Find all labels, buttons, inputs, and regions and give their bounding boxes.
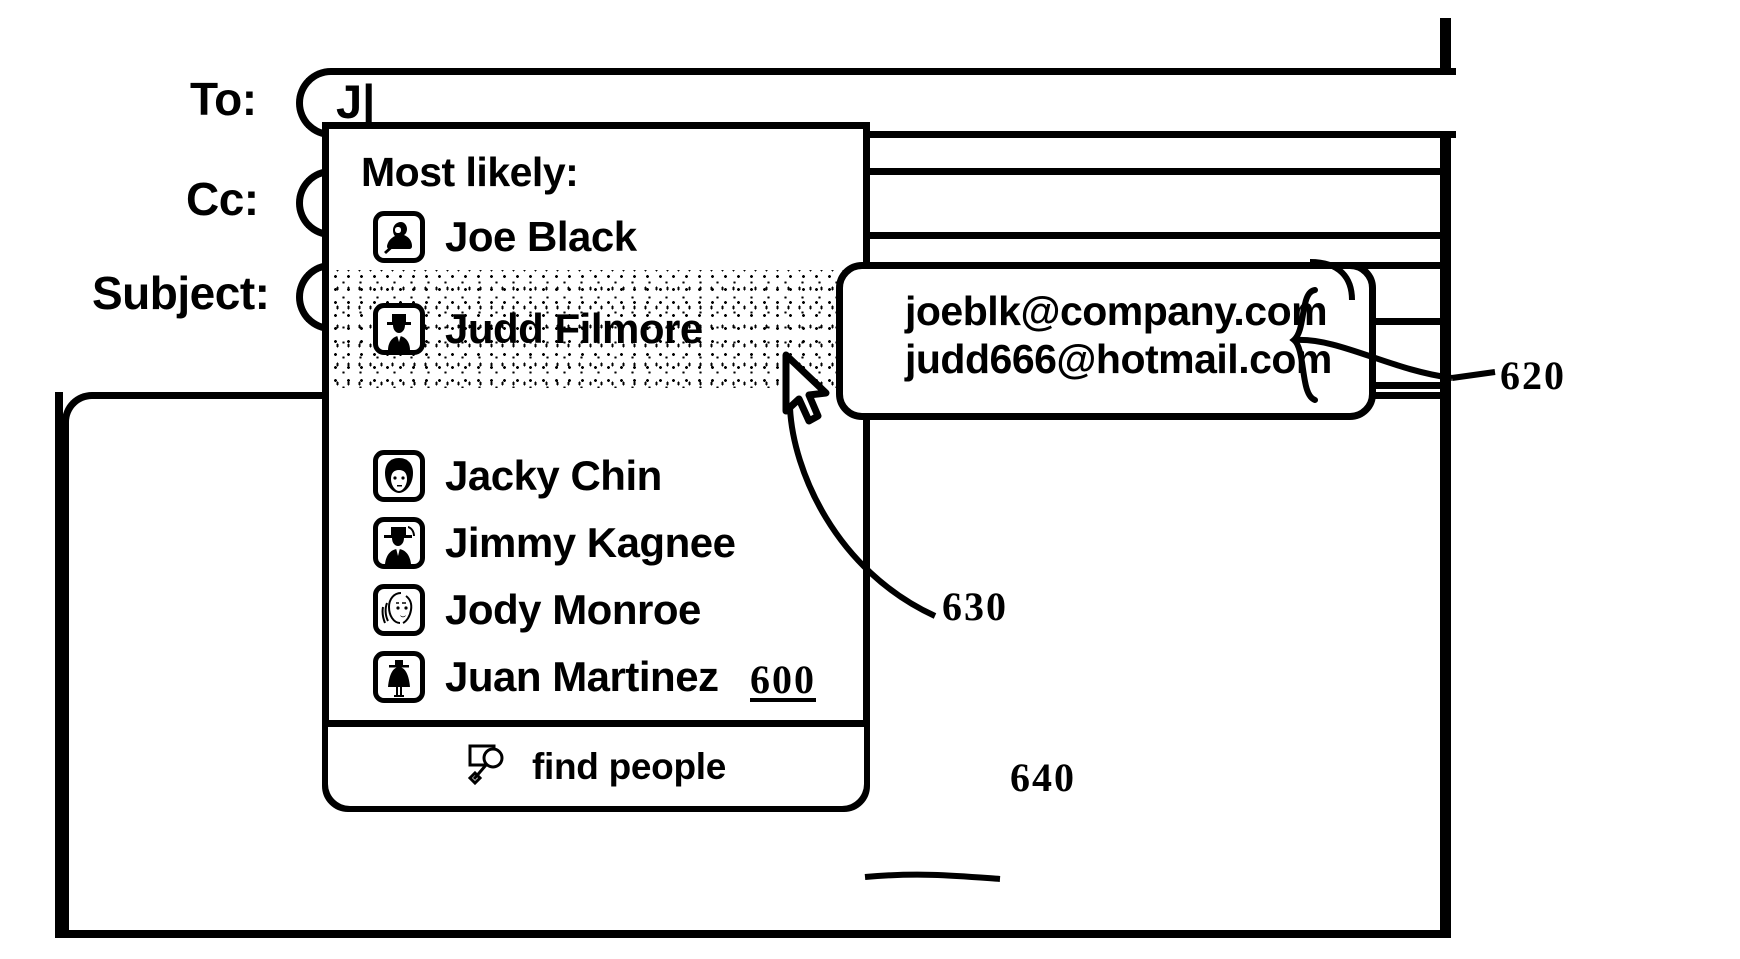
to-input-text: J (336, 75, 363, 128)
list-item-label: Jimmy Kagnee (445, 518, 736, 566)
person-hat-suit-icon (373, 303, 425, 355)
reference-numeral-630: 630 (942, 584, 1008, 629)
list-item-selected[interactable]: Judd Filmore (329, 270, 863, 388)
person-bobhair-icon (373, 449, 425, 502)
body-left-border (55, 392, 63, 938)
list-item-label: Jody Monroe (445, 585, 701, 633)
find-people-row[interactable]: find people (328, 720, 864, 806)
list-item-label: Joe Black (445, 212, 637, 260)
person-fedora-icon (373, 516, 425, 569)
find-people-label: find people (531, 745, 727, 787)
subject-label: Subject: (92, 267, 270, 319)
list-item-label: Juan Martinez (445, 652, 719, 700)
person-hood-icon (373, 210, 425, 263)
tooltip-email-primary: joeblk@company.com (905, 288, 1328, 334)
window-bottom-border (55, 930, 1450, 938)
email-address-tooltip: joeblk@company.com judd666@hotmail.com (836, 262, 1376, 420)
suggestion-list: Joe Black Judd Filmore Jacky Chin Jimmy … (329, 203, 863, 710)
find-people-magnifier-icon (466, 742, 514, 791)
list-item-label: Jacky Chin (445, 451, 662, 499)
cc-label: Cc: (186, 173, 259, 225)
dropdown-header: Most likely: (361, 149, 579, 195)
person-poncho-icon (373, 650, 425, 703)
reference-numeral-640: 640 (1010, 755, 1076, 800)
cc-field-bottom-line (862, 232, 1447, 239)
tooltip-email-secondary: judd666@hotmail.com (905, 336, 1332, 383)
text-caret-icon: | (362, 75, 376, 128)
reference-numeral-600: 600 (750, 657, 816, 702)
reference-numeral-620: 620 (1500, 353, 1566, 398)
to-input-value: J| (336, 74, 375, 129)
list-item[interactable]: Jody Monroe (329, 576, 863, 643)
list-item[interactable]: Jimmy Kagnee (329, 509, 863, 576)
list-item[interactable]: Jacky Chin (329, 442, 863, 509)
list-item[interactable]: Joe Black (329, 203, 863, 270)
leader-line-620 (1451, 369, 1496, 381)
to-label: To: (190, 73, 257, 125)
autocomplete-dropdown[interactable]: Most likely: Joe Black Judd Filmore Jack… (322, 122, 870, 812)
subject-field-mid-line (1368, 318, 1448, 325)
cc-field-top-line (862, 168, 1447, 175)
subject-field-bottom-line (1368, 382, 1448, 389)
patent-figure: To: Cc: Subject: J| Most likely: Joe Bla… (0, 0, 1740, 959)
list-item-label: Judd Filmore (445, 305, 703, 352)
person-woman-icon (373, 583, 425, 636)
